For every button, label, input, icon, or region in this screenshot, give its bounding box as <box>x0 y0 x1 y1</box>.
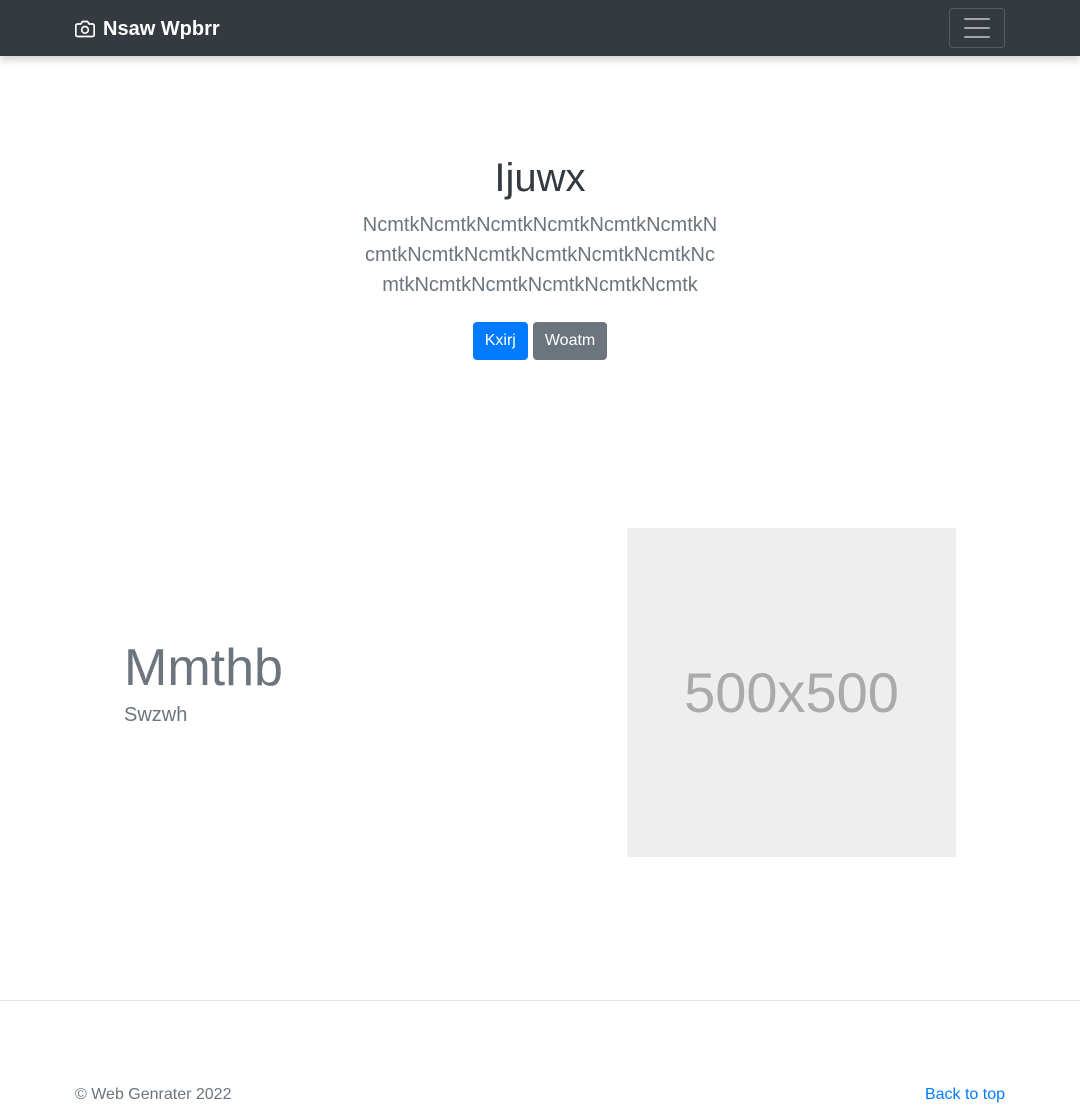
camera-icon <box>75 19 95 39</box>
navbar-toggler-button[interactable] <box>949 8 1005 48</box>
primary-button[interactable]: Kxirj <box>472 322 528 360</box>
hamburger-menu-icon <box>964 18 990 20</box>
brand-link[interactable]: Nsaw Wpbrr <box>75 15 220 43</box>
back-to-top-link[interactable]: Back to top <box>925 1084 1005 1106</box>
placeholder-image-label: 500x500 <box>684 661 899 724</box>
hamburger-menu-icon-line <box>964 27 990 29</box>
brand-name: Nsaw Wpbrr <box>103 17 220 40</box>
feature-subtitle: Swzwh <box>124 704 188 726</box>
hero-section: Ijuwx NcmtkNcmtkNcmtkNcmtkNcmtkNcmtkNcmt… <box>0 150 1080 360</box>
footer-divider <box>0 1000 1080 1001</box>
hero-title: Ijuwx <box>494 156 586 200</box>
footer-copyright: © Web Genrater 2022 <box>75 1086 232 1103</box>
hamburger-menu-icon-line <box>964 36 990 38</box>
secondary-button[interactable]: Woatm <box>532 322 608 360</box>
navbar: Nsaw Wpbrr <box>0 0 1080 56</box>
hero-buttons: Kxirj Woatm <box>0 322 1080 360</box>
placeholder-image: 500x500 <box>627 528 956 857</box>
hero-lead: NcmtkNcmtkNcmtkNcmtkNcmtkNcmtkNcmtkNcmtk… <box>362 214 718 296</box>
feature-title: Mmthb <box>124 639 283 697</box>
